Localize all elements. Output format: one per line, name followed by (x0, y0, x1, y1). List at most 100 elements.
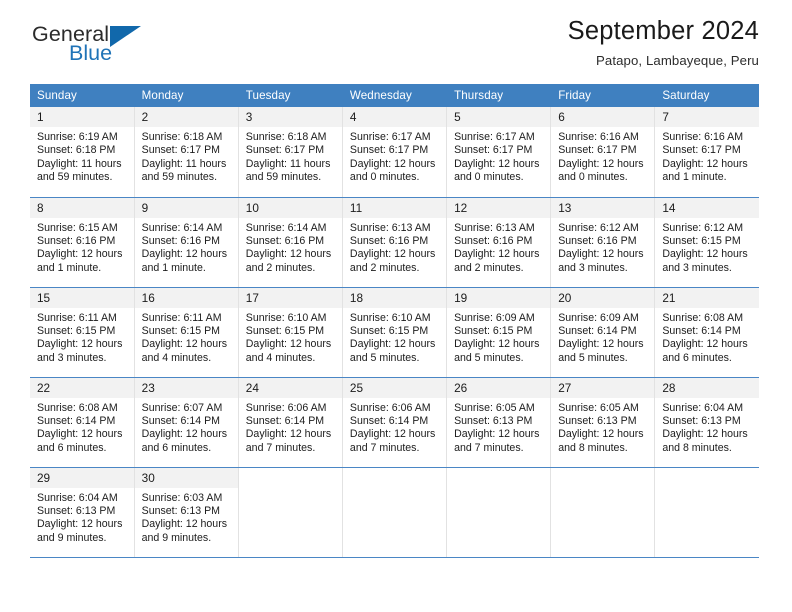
daylight-duration-line2: and 3 minutes. (558, 261, 628, 274)
daylight-duration-line1: Daylight: 12 hours (349, 248, 436, 261)
sunrise-time: Sunrise: 6:10 AM (245, 311, 327, 324)
calendar-day-cell[interactable]: 26 Sunrise: 6:05 AM Sunset: 6:13 PM Dayligh… (446, 377, 552, 468)
day-details: Sunrise: 6:09 AM Sunset: 6:15 PM Daylight:… (447, 308, 550, 366)
calendar-day-cell[interactable]: 10 Sunrise: 6:14 AM Sunset: 6:16 PM Dayligh… (238, 197, 343, 288)
calendar-day-cell[interactable]: 24 Sunrise: 6:06 AM Sunset: 6:14 PM Dayligh… (238, 377, 343, 468)
day-details: Sunrise: 6:10 AM Sunset: 6:15 PM Daylight:… (239, 308, 342, 366)
day-details: Sunrise: 6:15 AM Sunset: 6:16 PM Daylight:… (30, 218, 134, 276)
calendar-day-cell[interactable]: 30 Sunrise: 6:03 AM Sunset: 6:13 PM Dayligh… (134, 467, 239, 558)
calendar-day-cell[interactable]: 17 Sunrise: 6:10 AM Sunset: 6:15 PM Dayligh… (238, 287, 343, 378)
calendar-day-cell[interactable]: 7 Sunrise: 6:16 AM Sunset: 6:17 PM Daylight… (654, 107, 759, 198)
day-details: Sunrise: 6:16 AM Sunset: 6:17 PM Daylight:… (551, 127, 654, 185)
daylight-duration-line2: and 0 minutes. (558, 171, 628, 184)
day-details: Sunrise: 6:14 AM Sunset: 6:16 PM Daylight:… (135, 218, 238, 276)
sunset-time: Sunset: 6:15 PM (662, 234, 741, 247)
day-details: Sunrise: 6:10 AM Sunset: 6:15 PM Daylight:… (343, 308, 446, 366)
day-number: 19 (447, 287, 551, 308)
calendar-day-cell[interactable]: 16 Sunrise: 6:11 AM Sunset: 6:15 PM Dayligh… (134, 287, 239, 378)
day-details: Sunrise: 6:05 AM Sunset: 6:13 PM Daylight:… (447, 398, 550, 456)
general-blue-logo[interactable]: General Blue (32, 22, 222, 72)
sunrise-time: Sunrise: 6:04 AM (37, 491, 118, 504)
day-details: Sunrise: 6:12 AM Sunset: 6:16 PM Daylight:… (551, 218, 654, 276)
daylight-duration-line1: Daylight: 12 hours (558, 248, 644, 261)
calendar-day-cell[interactable]: 19 Sunrise: 6:09 AM Sunset: 6:15 PM Dayligh… (446, 287, 552, 378)
day-details: Sunrise: 6:09 AM Sunset: 6:14 PM Daylight:… (551, 308, 654, 366)
daylight-duration-line1: Daylight: 12 hours (141, 248, 228, 261)
calendar-day-cell[interactable]: 1 Sunrise: 6:19 AM Sunset: 6:18 PM Daylight… (30, 107, 135, 198)
day-number: 26 (447, 377, 551, 398)
calendar-day-cell[interactable]: 29 Sunrise: 6:04 AM Sunset: 6:13 PM Dayligh… (30, 467, 135, 558)
daylight-duration-line2: and 2 minutes. (349, 261, 420, 274)
calendar-day-cell[interactable]: 27 Sunrise: 6:05 AM Sunset: 6:13 PM Dayligh… (550, 377, 656, 468)
day-details: Sunrise: 6:07 AM Sunset: 6:14 PM Daylight:… (135, 398, 238, 456)
daylight-duration-line2: and 9 minutes. (141, 531, 212, 544)
day-details: Sunrise: 6:05 AM Sunset: 6:13 PM Daylight:… (551, 398, 654, 456)
sunrise-time: Sunrise: 6:13 AM (349, 221, 431, 234)
calendar-day-cell[interactable]: 6 Sunrise: 6:16 AM Sunset: 6:17 PM Daylight… (550, 107, 656, 198)
calendar-day-cell[interactable]: 23 Sunrise: 6:07 AM Sunset: 6:14 PM Dayligh… (134, 377, 239, 468)
calendar-day-cell[interactable]: 5 Sunrise: 6:17 AM Sunset: 6:17 PM Daylight… (446, 107, 552, 198)
daylight-duration-line2: and 6 minutes. (141, 441, 212, 454)
daylight-duration-line2: and 6 minutes. (37, 441, 107, 454)
calendar-empty-cell (654, 467, 759, 558)
day-details: Sunrise: 6:18 AM Sunset: 6:17 PM Daylight:… (135, 127, 238, 185)
calendar-empty-cell (342, 467, 448, 558)
calendar-day-cell[interactable]: 18 Sunrise: 6:10 AM Sunset: 6:15 PM Dayligh… (342, 287, 448, 378)
sunset-time: Sunset: 6:14 PM (349, 414, 429, 427)
daylight-duration-line2: and 9 minutes. (37, 531, 107, 544)
calendar-day-cell[interactable]: 22 Sunrise: 6:08 AM Sunset: 6:14 PM Dayligh… (30, 377, 135, 468)
sunrise-time: Sunrise: 6:09 AM (454, 311, 535, 324)
calendar-day-cell[interactable]: 28 Sunrise: 6:04 AM Sunset: 6:13 PM Dayligh… (654, 377, 759, 468)
day-number: 3 (238, 107, 342, 127)
daylight-duration-line1: Daylight: 12 hours (349, 157, 436, 170)
day-number: 17 (238, 287, 342, 308)
daylight-duration-line2: and 6 minutes. (662, 351, 732, 364)
calendar-day-cell[interactable]: 20 Sunrise: 6:09 AM Sunset: 6:14 PM Dayligh… (550, 287, 656, 378)
daylight-duration-line2: and 1 minute. (37, 261, 102, 274)
calendar-day-cell[interactable]: 11 Sunrise: 6:13 AM Sunset: 6:16 PM Dayligh… (342, 197, 448, 288)
daylight-duration-line1: Daylight: 11 hours (245, 157, 331, 170)
daylight-duration-line1: Daylight: 11 hours (37, 157, 122, 170)
calendar-day-cell[interactable]: 15 Sunrise: 6:11 AM Sunset: 6:15 PM Dayligh… (30, 287, 135, 378)
calendar-day-cell[interactable]: 12 Sunrise: 6:13 AM Sunset: 6:16 PM Dayligh… (446, 197, 552, 288)
sunset-time: Sunset: 6:14 PM (141, 414, 220, 427)
calendar-week-row: 29 Sunrise: 6:04 AM Sunset: 6:13 PM Dayligh… (30, 467, 759, 558)
sunset-time: Sunset: 6:16 PM (558, 234, 637, 247)
daylight-duration-line1: Daylight: 12 hours (558, 157, 644, 170)
calendar-day-cell[interactable]: 13 Sunrise: 6:12 AM Sunset: 6:16 PM Dayligh… (550, 197, 656, 288)
daylight-duration-line1: Daylight: 12 hours (454, 338, 540, 351)
daylight-duration-line1: Daylight: 12 hours (349, 428, 436, 441)
daylight-duration-line2: and 4 minutes. (245, 351, 316, 364)
sunrise-time: Sunrise: 6:14 AM (245, 221, 327, 234)
sunrise-time: Sunrise: 6:16 AM (662, 131, 744, 143)
daylight-duration-line1: Daylight: 12 hours (141, 338, 228, 351)
calendar-day-cell[interactable]: 3 Sunrise: 6:18 AM Sunset: 6:17 PM Daylight… (238, 107, 343, 198)
sunset-time: Sunset: 6:13 PM (558, 414, 637, 427)
calendar-day-cell[interactable]: 8 Sunrise: 6:15 AM Sunset: 6:16 PM Daylight… (30, 197, 135, 288)
calendar-day-cell[interactable]: 4 Sunrise: 6:17 AM Sunset: 6:17 PM Daylight… (342, 107, 448, 198)
sunrise-time: Sunrise: 6:14 AM (141, 221, 223, 234)
daylight-duration-line1: Daylight: 12 hours (245, 428, 332, 441)
daylight-duration-line2: and 0 minutes. (454, 171, 524, 184)
day-number: 27 (551, 377, 655, 398)
day-number: 24 (238, 377, 342, 398)
sunset-time: Sunset: 6:17 PM (245, 144, 325, 157)
calendar-empty-cell (550, 467, 656, 558)
sunset-time: Sunset: 6:17 PM (558, 144, 637, 157)
sunrise-time: Sunrise: 6:09 AM (558, 311, 639, 324)
calendar-day-cell[interactable]: 2 Sunrise: 6:18 AM Sunset: 6:17 PM Daylight… (134, 107, 239, 198)
calendar-day-cell[interactable]: 21 Sunrise: 6:08 AM Sunset: 6:14 PM Dayligh… (654, 287, 759, 378)
sunrise-time: Sunrise: 6:15 AM (37, 221, 118, 234)
day-number: 21 (655, 287, 759, 308)
day-number: 5 (447, 107, 551, 127)
sunset-time: Sunset: 6:16 PM (245, 234, 325, 247)
calendar-day-cell[interactable]: 14 Sunrise: 6:12 AM Sunset: 6:15 PM Dayligh… (654, 197, 759, 288)
daylight-duration-line2: and 1 minute. (662, 171, 727, 184)
day-details: Sunrise: 6:06 AM Sunset: 6:14 PM Daylight:… (239, 398, 342, 456)
day-details: Sunrise: 6:04 AM Sunset: 6:13 PM Daylight:… (655, 398, 759, 456)
calendar-day-cell[interactable]: 25 Sunrise: 6:06 AM Sunset: 6:14 PM Dayligh… (342, 377, 448, 468)
day-details: Sunrise: 6:06 AM Sunset: 6:14 PM Daylight:… (343, 398, 446, 456)
calendar-day-cell[interactable]: 9 Sunrise: 6:14 AM Sunset: 6:16 PM Daylight… (134, 197, 239, 288)
daylight-duration-line2: and 8 minutes. (662, 441, 732, 454)
daylight-duration-line2: and 2 minutes. (454, 261, 524, 274)
